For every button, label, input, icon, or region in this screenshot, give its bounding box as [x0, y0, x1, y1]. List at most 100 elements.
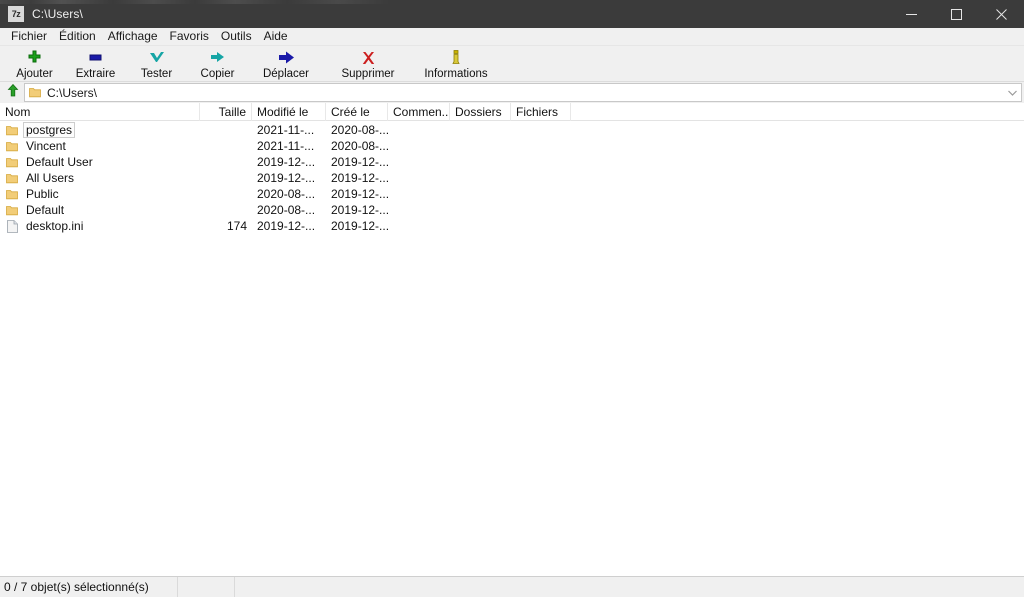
table-row[interactable]: Public 2020-08-... 2019-12-... [0, 186, 1024, 202]
row-folders-cell [450, 122, 511, 138]
column-header-row: Nom Taille Modifié le Créé le Commen... … [0, 103, 1024, 121]
row-name-label: All Users [26, 171, 75, 185]
minimize-button[interactable] [889, 0, 934, 28]
row-created-cell: 2019-12-... [331, 171, 388, 185]
table-row[interactable]: Vincent 2021-11-... 2020-08-... [0, 138, 1024, 154]
row-modified-cell: 2020-08-... [257, 187, 316, 201]
move-button[interactable]: Déplacer [248, 46, 324, 82]
row-created-cell: 2019-12-... [331, 203, 388, 217]
row-size-cell [200, 186, 252, 202]
row-modified-cell: 2019-12-... [257, 155, 316, 169]
info-button-label: Informations [424, 68, 488, 80]
row-created-cell: 2020-08-... [331, 139, 388, 153]
row-name-label: Public [26, 187, 59, 201]
folder-icon [4, 173, 20, 184]
row-name-cell[interactable]: Default User [0, 154, 200, 170]
row-size-cell [200, 170, 252, 186]
row-name-label: desktop.ini [26, 219, 84, 233]
row-created-cell: 2019-12-... [331, 155, 388, 169]
row-created-cell: 2020-08-... [331, 123, 388, 137]
test-button[interactable]: Tester [126, 46, 187, 82]
menu-item-edition[interactable]: Édition [53, 28, 102, 45]
close-button[interactable] [979, 0, 1024, 28]
copy-button[interactable]: Copier [187, 46, 248, 82]
row-size-cell [200, 202, 252, 218]
path-combobox[interactable]: C:\Users\ [24, 83, 1022, 102]
row-name-cell[interactable]: Public [0, 186, 200, 202]
status-pane-2 [178, 576, 235, 597]
extract-button-label: Extraire [75, 68, 116, 80]
row-name-cell[interactable]: desktop.ini [0, 218, 200, 234]
table-row[interactable]: postgres 2021-11-... 2020-08-... [0, 122, 1024, 138]
minus-icon [88, 49, 103, 66]
row-name-label: Default User [26, 155, 93, 169]
titlebar[interactable]: 7z C:\Users\ [0, 0, 1024, 28]
table-row[interactable]: All Users 2019-12-... 2019-12-... [0, 170, 1024, 186]
x-mark-icon [361, 49, 376, 66]
checkmark-icon [149, 49, 165, 66]
table-row[interactable]: Default User 2019-12-... 2019-12-... [0, 154, 1024, 170]
column-header-fichiers[interactable]: Fichiers [511, 103, 571, 121]
column-header-dossiers[interactable]: Dossiers [450, 103, 511, 121]
extract-button[interactable]: Extraire [65, 46, 126, 82]
info-button[interactable]: Informations [412, 46, 500, 82]
row-comment-cell [388, 154, 450, 170]
row-folders-cell [450, 202, 511, 218]
7z-icon: 7z [8, 6, 24, 22]
menu-item-outils[interactable]: Outils [215, 28, 258, 45]
address-bar: C:\Users\ [0, 82, 1024, 103]
file-icon [4, 219, 20, 233]
row-files-cell [511, 122, 571, 138]
status-pane-3 [235, 577, 1024, 597]
row-modified-cell: 2021-11-... [257, 139, 315, 153]
titlebar-render-artifact [0, 0, 1024, 4]
column-header-taille[interactable]: Taille [200, 103, 252, 121]
folder-icon [4, 205, 20, 216]
add-button[interactable]: Ajouter [4, 46, 65, 82]
chevron-down-icon[interactable] [1008, 84, 1017, 101]
folder-icon [29, 87, 41, 98]
row-name-cell[interactable]: Vincent [0, 138, 200, 154]
row-files-cell [511, 218, 571, 234]
toolbar: Ajouter Extraire Tester Copier Déplacer … [0, 46, 1024, 82]
delete-button[interactable]: Supprimer [324, 46, 412, 82]
arrow-right-icon [278, 49, 295, 66]
status-selection-text: 0 / 7 objet(s) sélectionné(s) [0, 576, 178, 597]
menu-item-fichier[interactable]: Fichier [5, 28, 53, 45]
up-one-level-button[interactable] [4, 83, 21, 102]
column-header-nom[interactable]: Nom [0, 103, 200, 121]
add-button-label: Ajouter [16, 68, 53, 80]
row-modified-cell: 2021-11-... [257, 123, 315, 137]
row-name-cell[interactable]: postgres [0, 122, 200, 138]
row-size-cell [200, 122, 252, 138]
row-created-cell: 2019-12-... [331, 187, 388, 201]
arrow-right-small-icon [210, 49, 226, 66]
row-files-cell [511, 138, 571, 154]
delete-button-label: Supprimer [341, 68, 395, 80]
row-files-cell [511, 202, 571, 218]
table-row[interactable]: desktop.ini 174 2019-12-... 2019-12-... [0, 218, 1024, 234]
menu-item-favoris[interactable]: Favoris [164, 28, 215, 45]
column-header-modifie[interactable]: Modifié le [252, 103, 326, 121]
row-folders-cell [450, 170, 511, 186]
menu-item-aide[interactable]: Aide [258, 28, 294, 45]
row-name-cell[interactable]: All Users [0, 170, 200, 186]
row-modified-cell: 2019-12-... [257, 219, 316, 233]
file-list[interactable]: postgres 2021-11-... 2020-08-... Vincent… [0, 121, 1024, 576]
arrow-up-icon [7, 83, 19, 102]
row-size-cell [200, 138, 252, 154]
info-icon [451, 49, 461, 66]
row-files-cell [511, 186, 571, 202]
table-row[interactable]: Default 2020-08-... 2019-12-... [0, 202, 1024, 218]
maximize-button[interactable] [934, 0, 979, 28]
row-size-cell [200, 154, 252, 170]
column-header-cree[interactable]: Créé le [326, 103, 388, 121]
row-comment-cell [388, 186, 450, 202]
seven-zip-window: 7z C:\Users\ Fichier Édition Affichage F… [0, 0, 1024, 597]
folder-icon [4, 157, 20, 168]
move-button-label: Déplacer [262, 68, 310, 80]
row-name-cell[interactable]: Default [0, 202, 200, 218]
menu-item-affichage[interactable]: Affichage [102, 28, 164, 45]
column-header-commentaire[interactable]: Commen... [388, 103, 450, 121]
plus-icon [27, 49, 42, 66]
